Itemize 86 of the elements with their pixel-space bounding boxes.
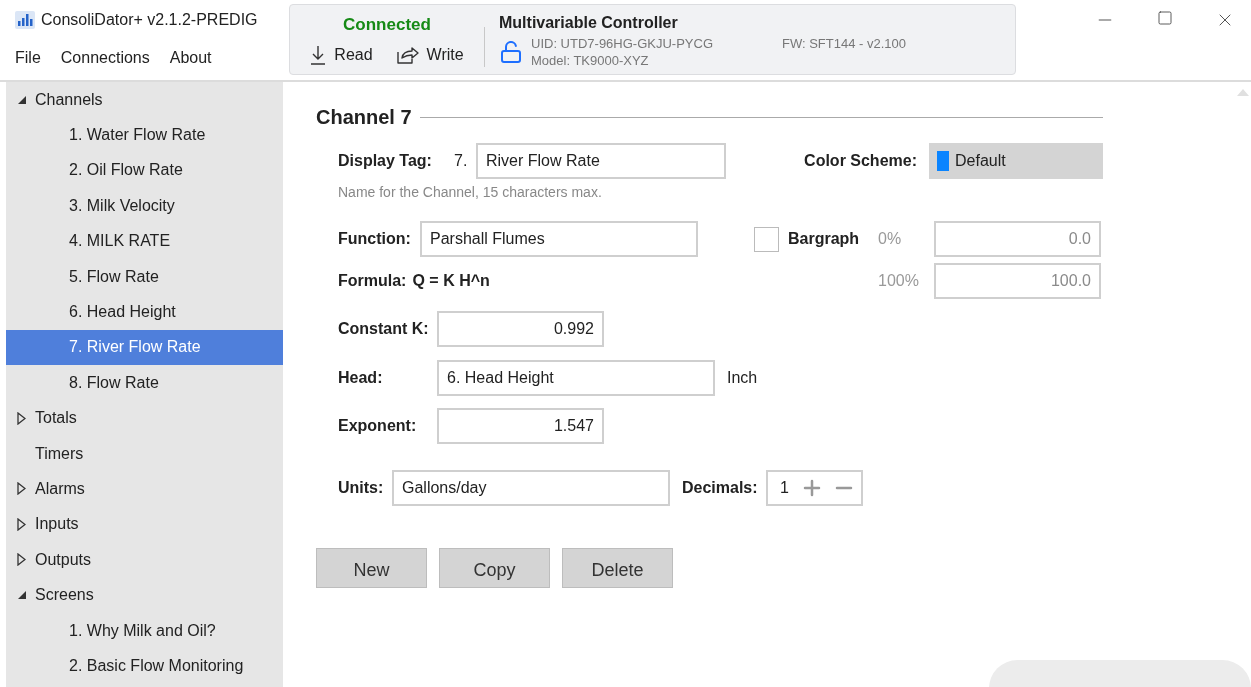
formula-text: Q = K H^n	[412, 271, 490, 291]
window-title: ConsoliDator+ v2.1.2-PREDIG	[41, 10, 258, 30]
collapsed-arrow-icon[interactable]	[17, 411, 26, 425]
device-model: Model: TK9000-XYZ	[531, 51, 650, 69]
share-icon	[396, 46, 419, 65]
sidebar-item[interactable]: Alarms	[6, 471, 283, 507]
sidebar-item-label: 3. Milk Velocity	[69, 195, 175, 216]
sidebar-item-label: Alarms	[35, 479, 85, 499]
sidebar-item-label: Screens	[35, 585, 94, 606]
sidebar-item[interactable]: Screens	[6, 577, 283, 613]
sidebar-item-label: Timers	[35, 443, 84, 464]
field-label: Constant K:	[338, 319, 430, 339]
head-field[interactable]: 6. Head Height	[437, 360, 715, 396]
sidebar-item[interactable]: Totals	[6, 400, 283, 436]
bargraph-max-field[interactable]: 100.0	[934, 263, 1101, 299]
display-tag-field[interactable]: River Flow Rate	[476, 143, 726, 179]
sidebar-item-label: 7. River Flow Rate	[69, 337, 201, 358]
sidebar-item-label: 1. Why Milk and Oil?	[69, 620, 216, 641]
unit-label: Inch	[727, 368, 758, 388]
action-button[interactable]: Copy	[439, 548, 550, 588]
device-name: Multivariable Controller	[499, 12, 679, 33]
read-button[interactable]: Read	[310, 43, 373, 68]
action-button[interactable]: New	[316, 548, 427, 588]
connection-status: Connected	[343, 13, 431, 36]
collapsed-arrow-icon[interactable]	[17, 482, 26, 496]
decimals-stepper[interactable]: 1	[766, 470, 863, 506]
sidebar-item[interactable]: 3. Milk Velocity	[6, 188, 283, 224]
field-label: Exponent:	[338, 416, 418, 436]
sidebar-item-label: 1. Water Flow Rate	[69, 125, 206, 146]
sidebar-item-label: 5. Flow Rate	[69, 266, 159, 287]
field-hint: Name for the Channel, 15 characters max.	[338, 183, 603, 202]
bargraph-max-label: 100%	[878, 271, 920, 291]
expanded-arrow-icon[interactable]	[17, 590, 27, 601]
bargraph-min-field[interactable]: 0.0	[934, 221, 1101, 257]
menu-item[interactable]: Connections	[60, 46, 150, 70]
sidebar-item[interactable]: 4. MILK RATE	[6, 223, 283, 259]
collapsed-arrow-icon[interactable]	[17, 517, 26, 531]
channel-number: 7.	[454, 151, 469, 171]
exponent-field[interactable]: 1.547	[437, 408, 604, 444]
field-label: Display Tag:	[338, 151, 433, 171]
field-label: Units:	[338, 478, 385, 498]
expanded-arrow-icon[interactable]	[17, 94, 27, 105]
sidebar-item[interactable]: Channels	[6, 82, 283, 118]
channel-title: Channel 7	[316, 105, 412, 130]
bargraph-checkbox[interactable]	[754, 226, 779, 252]
sidebar-item[interactable]: 7. River Flow Rate	[6, 329, 283, 366]
sidebar-item-label: Outputs	[35, 549, 92, 570]
sidebar-item-label: 4. MILK RATE	[69, 231, 171, 252]
units-field[interactable]: Gallons/day	[392, 470, 670, 506]
bargraph-label: Bargraph	[788, 229, 861, 249]
bargraph-min-label: 0%	[878, 229, 903, 249]
field-label: Color Scheme:	[804, 151, 917, 171]
action-button[interactable]: Delete	[562, 548, 673, 588]
sidebar-item[interactable]: 2. Oil Flow Rate	[6, 152, 283, 189]
sidebar-item-label: 6. Head Height	[69, 302, 176, 323]
constant-k-field[interactable]: 0.992	[437, 311, 604, 347]
sidebar-item[interactable]: Timers	[6, 435, 283, 472]
device-uid: UID: UTD7-96HG-GKJU-PYCG	[531, 34, 715, 52]
sidebar-item[interactable]: Inputs	[6, 506, 283, 543]
sidebar-item[interactable]: 1. Why Milk and Oil?	[6, 612, 283, 649]
menu-item[interactable]: About	[169, 46, 212, 70]
sidebar-item-label: 2. Oil Flow Rate	[69, 160, 183, 181]
sidebar-item[interactable]: Outputs	[6, 542, 283, 578]
bar-chart-logo-icon	[15, 11, 35, 29]
field-label: Function:	[338, 229, 412, 249]
menu-item[interactable]: File	[15, 46, 41, 70]
sidebar-item[interactable]: 5. Flow Rate	[6, 258, 283, 295]
sidebar-item-label: Channels	[35, 89, 103, 110]
sidebar-item[interactable]: 2. Basic Flow Monitoring	[6, 648, 283, 684]
sidebar-item[interactable]: 6. Head Height	[6, 294, 283, 330]
sidebar-item[interactable]: 1. Water Flow Rate	[6, 117, 283, 153]
sidebar-item-label: Inputs	[35, 514, 79, 535]
sidebar-item[interactable]: 8. Flow Rate	[6, 365, 283, 401]
formula-label: Formula:	[338, 271, 407, 291]
device-firmware: FW: SFT144 - v2.100	[782, 34, 907, 52]
sidebar-item-label: 2. Basic Flow Monitoring	[69, 655, 244, 676]
collapsed-arrow-icon[interactable]	[17, 553, 26, 567]
color-scheme-dropdown[interactable]: Default	[929, 143, 1103, 179]
sidebar-item-label: Totals	[35, 408, 77, 429]
sidebar-item-label: 8. Flow Rate	[69, 372, 159, 393]
field-label: Head:	[338, 368, 384, 388]
field-label: Decimals:	[682, 478, 759, 498]
download-icon	[310, 45, 327, 66]
maximize-icon[interactable]	[1157, 10, 1173, 26]
write-button[interactable]: Write	[396, 43, 464, 68]
function-field[interactable]: Parshall Flumes	[420, 221, 698, 257]
